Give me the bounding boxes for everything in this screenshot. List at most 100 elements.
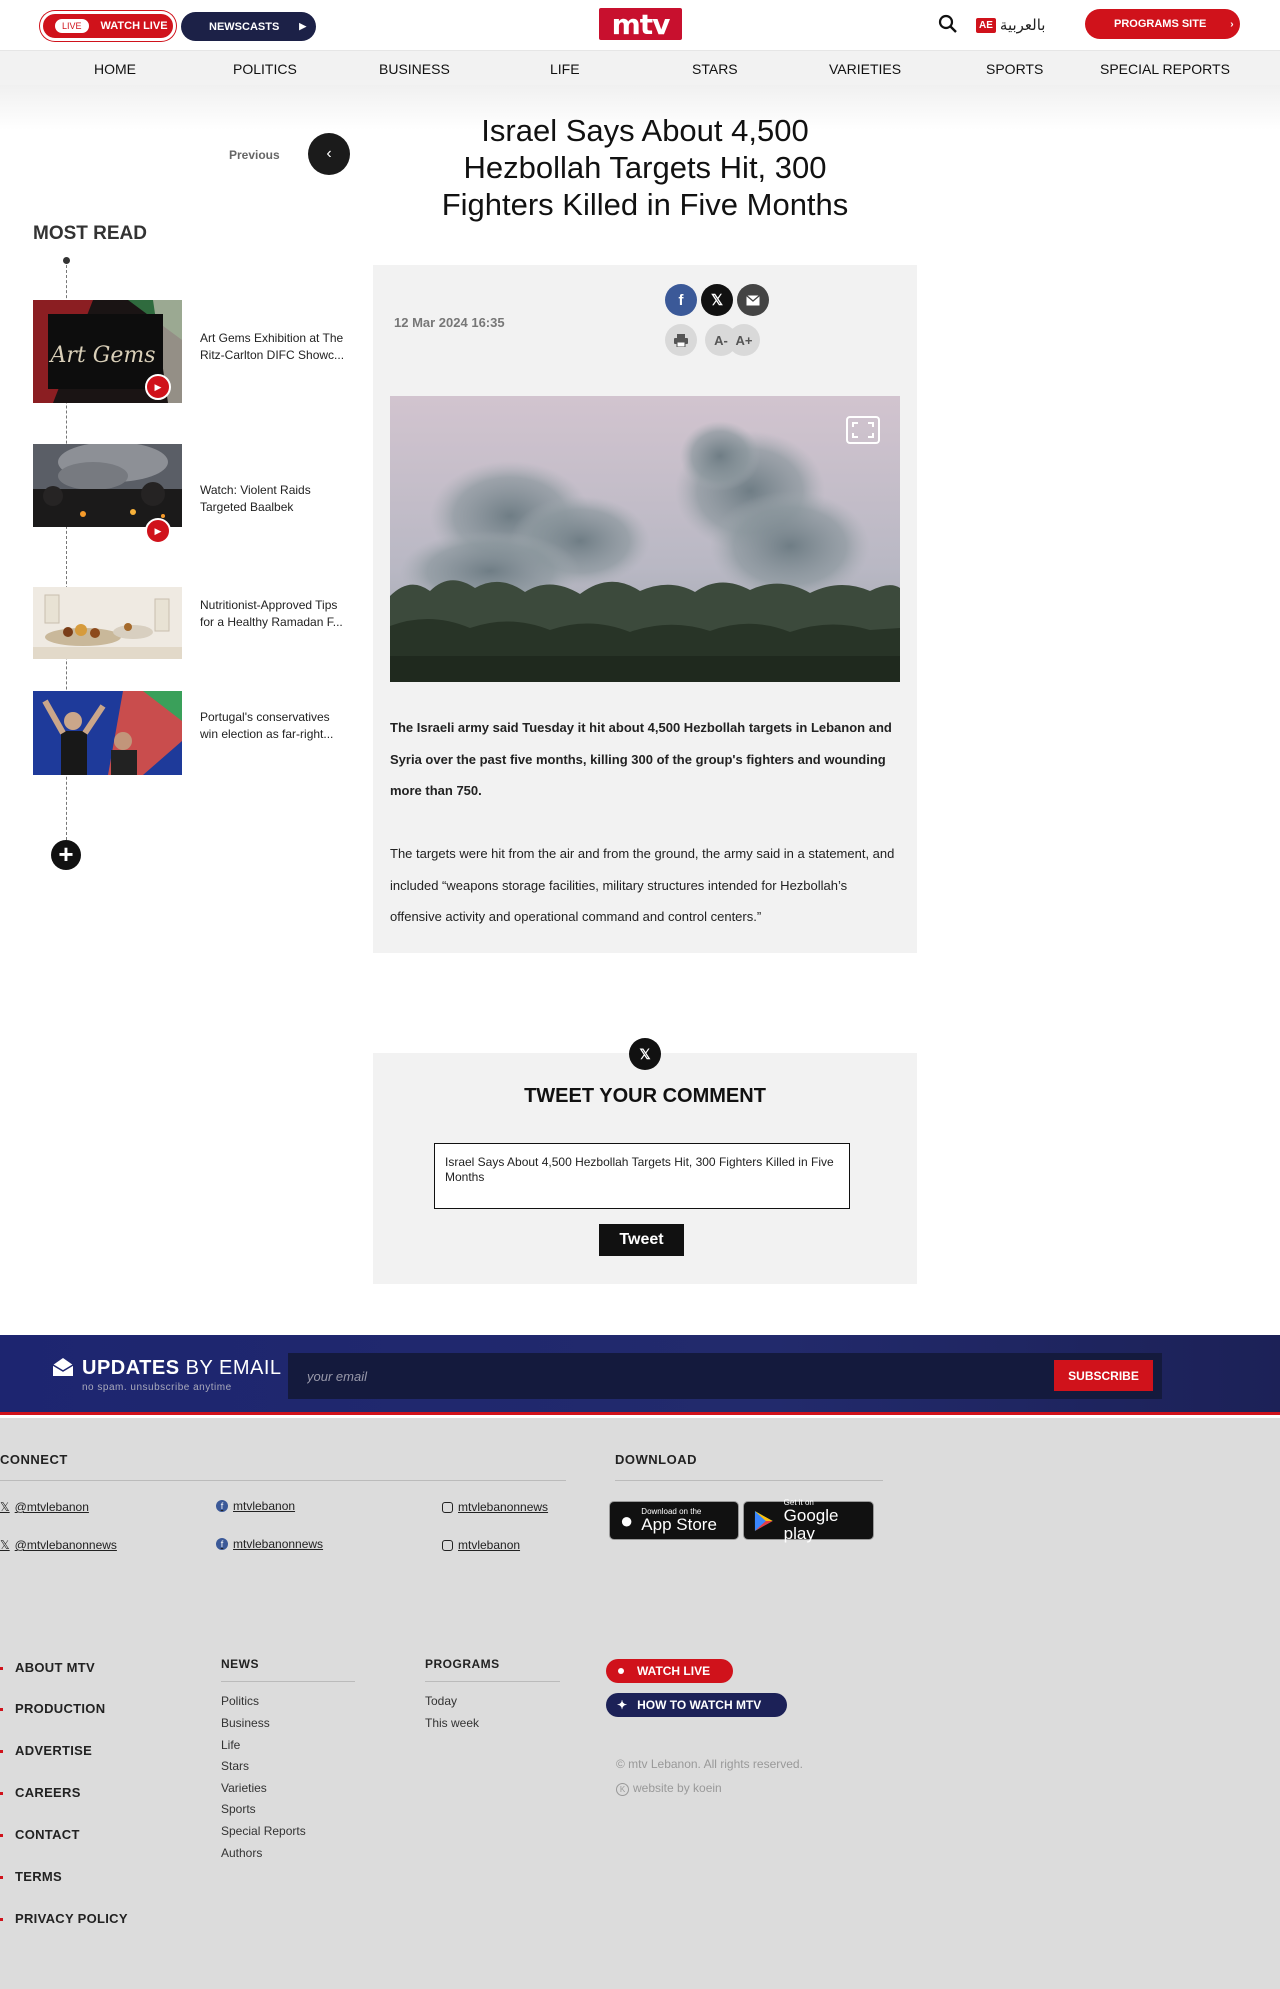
search-icon[interactable] [938, 14, 958, 34]
article-hero-image[interactable] [390, 396, 900, 682]
instagram-icon [442, 1501, 453, 1513]
bullet [0, 1792, 3, 1795]
facebook-share-button[interactable]: f [665, 284, 697, 316]
nav-item-varieties[interactable]: VARIETIES [829, 61, 901, 77]
expand-icon[interactable] [846, 416, 880, 444]
nav-item-business[interactable]: BUSINESS [379, 61, 450, 77]
x-share-button[interactable]: 𝕏 [701, 284, 733, 316]
baalbek-thumbnail[interactable] [33, 444, 182, 527]
google-play-big-text: Google play [783, 1506, 839, 1543]
footer-programs-this-week[interactable]: This week [425, 1716, 479, 1730]
video-play-icon: ▶ [145, 518, 171, 544]
footer-production-link[interactable]: PRODUCTION [15, 1701, 105, 1716]
open-envelope-icon [52, 1358, 74, 1376]
main-nav: HOME POLITICS BUSINESS LIFE STARS VARIET… [0, 50, 1280, 85]
facebook-link[interactable]: f mtvlebanon [216, 1499, 295, 1513]
footer-careers-link[interactable]: CAREERS [15, 1785, 81, 1800]
subscribe-button[interactable]: SUBSCRIBE [1054, 1360, 1153, 1391]
load-more-button[interactable]: + [51, 840, 81, 870]
portugal-thumbnail[interactable] [33, 691, 182, 775]
article-body: The targets were hit from the air and fr… [390, 846, 895, 924]
print-button[interactable] [665, 324, 697, 356]
copyright: © mtv Lebanon. All rights reserved. [616, 1757, 803, 1771]
printer-icon [674, 333, 688, 347]
nav-item-special-reports[interactable]: SPECIAL REPORTS [1100, 61, 1230, 77]
article-lead: The Israeli army said Tuesday it hit abo… [390, 720, 892, 798]
live-dot-icon [618, 1668, 624, 1674]
footer-news-sports[interactable]: Sports [221, 1802, 256, 1816]
arabic-site-link[interactable]: AE بالعربية [976, 14, 1045, 36]
nav-item-home[interactable]: HOME [94, 61, 136, 77]
news-title: NEWS [221, 1657, 259, 1671]
previous-label[interactable]: Previous [229, 148, 280, 162]
social-handle: @mtvlebanon [14, 1500, 89, 1514]
article-title: Israel Says About 4,500 Hezbollah Target… [441, 113, 849, 222]
footer-news-varieties[interactable]: Varieties [221, 1781, 267, 1795]
nav-item-politics[interactable]: POLITICS [233, 61, 297, 77]
watch-live-label: WATCH LIVE [100, 20, 168, 32]
baalbek-image [33, 444, 182, 527]
newscasts-button[interactable]: NEWSCASTS ▶ [181, 12, 316, 41]
chevron-right-icon: › [1230, 18, 1234, 30]
footer-news-special-reports[interactable]: Special Reports [221, 1824, 306, 1838]
footer-programs-today[interactable]: Today [425, 1694, 457, 1708]
social-handle: mtvlebanonnews [458, 1500, 549, 1514]
nav-item-life[interactable]: LIFE [550, 61, 580, 77]
download-divider [615, 1480, 883, 1481]
instagram-link[interactable]: mtvlebanon [442, 1538, 520, 1552]
facebook-icon: f [678, 291, 684, 309]
x-icon: 𝕏 [710, 292, 724, 309]
footer-news-life[interactable]: Life [221, 1738, 240, 1752]
article-card: 12 Mar 2024 16:35 f 𝕏 A- A+ The Israeli … [373, 265, 917, 953]
x-link[interactable]: 𝕏 @mtvlebanonnews [0, 1538, 117, 1552]
email-share-button[interactable] [737, 284, 769, 316]
facebook-link[interactable]: f mtvlebanonnews [216, 1537, 323, 1551]
footer-contact-link[interactable]: CONTACT [15, 1827, 80, 1842]
newsletter-title-bold: UPDATES [82, 1357, 180, 1379]
programs-title: PROGRAMS [425, 1657, 500, 1671]
instagram-link[interactable]: mtvlebanonnews [442, 1500, 548, 1514]
tweet-textarea[interactable] [434, 1143, 850, 1209]
satellite-icon: ✦ [617, 1698, 628, 1712]
art-gems-script: Art Gems [49, 343, 156, 368]
previous-article-button[interactable]: ‹ [308, 133, 350, 175]
footer-terms-link[interactable]: TERMS [15, 1869, 62, 1884]
arabic-badge: AE [976, 17, 996, 33]
app-store-badge[interactable]: ● Download on the App Store [609, 1501, 739, 1540]
footer-privacy-link[interactable]: PRIVACY POLICY [15, 1911, 128, 1926]
x-link[interactable]: 𝕏 @mtvlebanon [0, 1500, 89, 1514]
footer-advertise-link[interactable]: ADVERTISE [15, 1743, 92, 1758]
how-to-watch-button[interactable]: ✦ HOW TO WATCH MTV [606, 1693, 787, 1717]
credit-text: website by koein [633, 1781, 722, 1795]
live-badge: LIVE [55, 19, 89, 33]
footer-news-authors[interactable]: Authors [221, 1846, 262, 1860]
email-input[interactable] [288, 1353, 1162, 1399]
newsletter-banner: UPDATES BY EMAIL no spam. unsubscribe an… [0, 1335, 1280, 1415]
mtv-logo[interactable]: mtv [599, 8, 682, 41]
font-increase-button[interactable]: A+ [728, 324, 760, 356]
smoke-over-trees-image [390, 396, 900, 682]
programs-site-button[interactable]: PROGRAMS SITE › [1085, 9, 1240, 39]
nav-item-sports[interactable]: SPORTS [986, 61, 1043, 77]
footer-watch-live-button[interactable]: WATCH LIVE [606, 1659, 733, 1683]
play-icon: ▶ [299, 21, 307, 31]
footer-news-business[interactable]: Business [221, 1716, 270, 1730]
most-read-item-text: Nutritionist-Approved Tips for a Healthy… [200, 598, 343, 629]
tweet-button[interactable]: Tweet [599, 1224, 684, 1256]
apple-icon: ● [620, 1507, 634, 1533]
google-play-badge[interactable]: Get it on Google play [743, 1498, 874, 1543]
x-icon: 𝕏 [0, 1500, 10, 1514]
footer-news-politics[interactable]: Politics [221, 1694, 259, 1708]
connect-title: CONNECT [0, 1452, 68, 1467]
ramadan-thumbnail[interactable] [33, 587, 182, 659]
facebook-icon: f [216, 1538, 228, 1550]
x-icon: 𝕏 [629, 1038, 661, 1070]
credit-link[interactable]: Kwebsite by koein [616, 1781, 722, 1796]
footer-news-stars[interactable]: Stars [221, 1759, 249, 1773]
footer-about-link[interactable]: ABOUT MTV [15, 1660, 95, 1675]
watch-live-button[interactable]: LIVE WATCH LIVE [40, 11, 176, 41]
nav-item-stars[interactable]: STARS [692, 61, 738, 77]
top-bar: LIVE WATCH LIVE NEWSCASTS ▶ mtv AE بالعر… [0, 0, 1280, 50]
footer-watch-live-label: WATCH LIVE [637, 1664, 711, 1678]
programs-divider [425, 1681, 560, 1682]
